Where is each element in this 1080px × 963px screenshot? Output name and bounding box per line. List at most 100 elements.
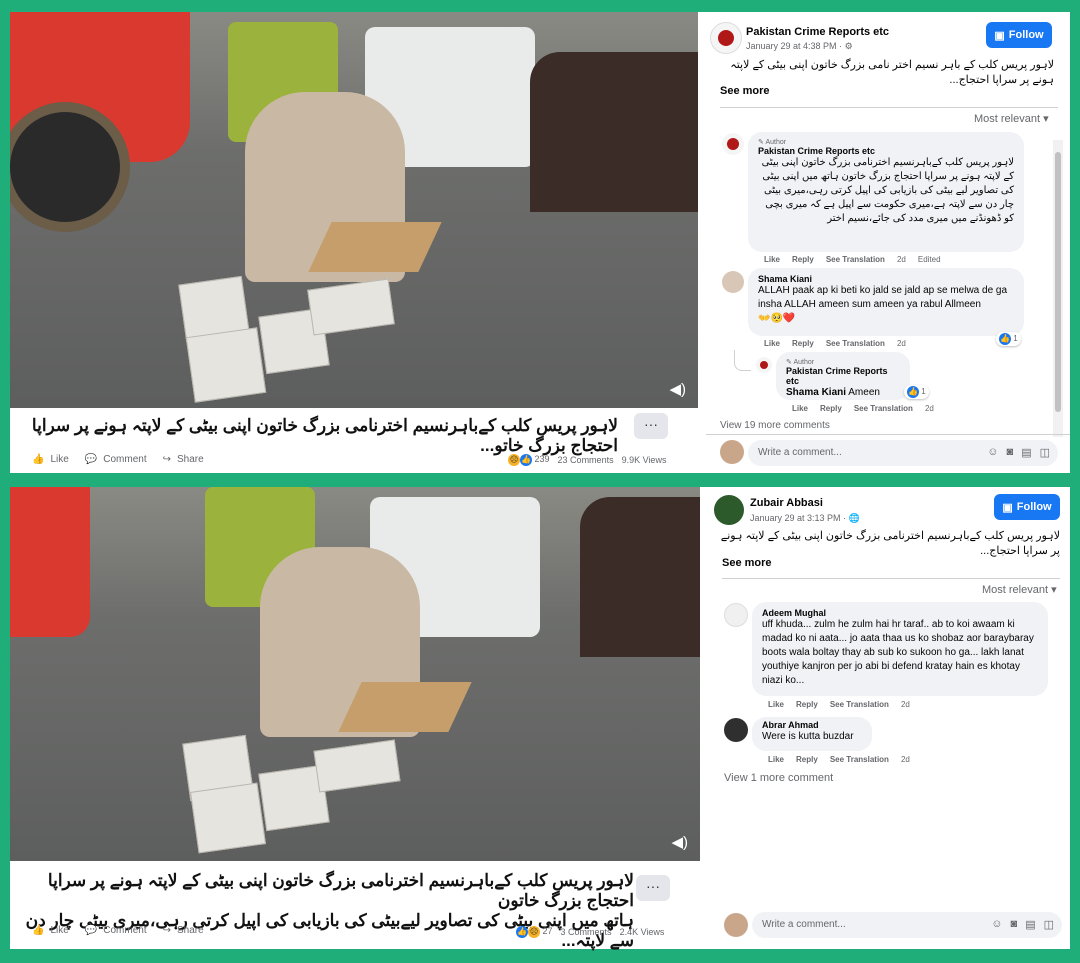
comment-reply-button[interactable]: Reply bbox=[796, 700, 818, 709]
video-mat bbox=[338, 682, 472, 732]
post-actions: 👍 Like 💬 Comment ↪ Share bbox=[32, 454, 204, 465]
comments-sidebar: Pakistan Crime Reports etc January 29 at… bbox=[706, 12, 1070, 473]
comment-reaction-count[interactable]: 👍 1 bbox=[904, 385, 929, 399]
like-icon: 👍 bbox=[32, 925, 45, 936]
comments-scrollbar[interactable] bbox=[1053, 140, 1063, 437]
follow-icon: ▣ bbox=[994, 29, 1005, 42]
see-more-link[interactable]: See more bbox=[720, 85, 770, 97]
see-translation-link[interactable]: See Translation bbox=[854, 404, 913, 413]
see-more-link[interactable]: See more bbox=[722, 557, 772, 569]
commenter-name[interactable]: Pakistan Crime Reports etc bbox=[758, 146, 1014, 156]
video-caption: لاہور پریس کلب کےباہرنسیم اخترنامی بزرگ … bbox=[31, 416, 618, 455]
volume-icon[interactable]: ◀) bbox=[671, 833, 688, 851]
comment-button[interactable]: 💬 Comment bbox=[85, 454, 147, 465]
video-player[interactable]: ◀) bbox=[10, 12, 698, 408]
camera-icon[interactable]: ◙ bbox=[1011, 918, 1018, 931]
commenter-name[interactable]: Abrar Ahmad bbox=[762, 720, 862, 730]
video-caption: لاہور پریس کلب کےباہرنسیم اخترنامی بزرگ … bbox=[24, 871, 634, 951]
see-translation-link[interactable]: See Translation bbox=[826, 255, 885, 264]
comment-button[interactable]: 💬 Comment bbox=[85, 925, 147, 936]
follow-button[interactable]: ▣ Follow bbox=[994, 494, 1060, 520]
comment-bubble: ✎ Author Pakistan Crime Reports etc لاہو… bbox=[748, 132, 1024, 252]
commenter-avatar[interactable] bbox=[722, 133, 744, 155]
page-avatar[interactable] bbox=[710, 22, 742, 54]
author-tag: ✎ Author bbox=[786, 359, 815, 366]
sticker-icon[interactable]: ◫ bbox=[1044, 918, 1054, 931]
commenter-avatar[interactable] bbox=[722, 271, 744, 293]
comment-reply-button[interactable]: Reply bbox=[792, 255, 814, 264]
page-name[interactable]: Pakistan Crime Reports etc bbox=[746, 26, 889, 38]
comment-text: Ameen bbox=[848, 387, 880, 398]
comment-like-button[interactable]: Like bbox=[768, 700, 784, 709]
share-icon: ↪ bbox=[162, 925, 172, 936]
more-options-button[interactable]: ··· bbox=[634, 413, 668, 439]
comment-like-button[interactable]: Like bbox=[764, 255, 780, 264]
post-time: January 29 at 4:38 PM · ⚙ bbox=[746, 41, 853, 51]
see-translation-link[interactable]: See Translation bbox=[830, 755, 889, 764]
share-icon: ↪ bbox=[162, 454, 172, 465]
gif-icon[interactable]: ▤ bbox=[1025, 918, 1035, 931]
comment-input[interactable]: Write a comment... ☺ ◙ ▤ ◫ bbox=[752, 912, 1062, 938]
comment-text: Were is kutta buzdar bbox=[762, 731, 854, 742]
globe-icon: 🌐 bbox=[848, 513, 860, 523]
share-button[interactable]: ↪ Share bbox=[163, 454, 204, 465]
commenter-name[interactable]: Adeem Mughal bbox=[762, 608, 1038, 618]
commenter-avatar[interactable] bbox=[756, 357, 772, 373]
video-player[interactable]: ◀) bbox=[10, 487, 700, 861]
comment-bubble: Adeem Mughal uff khuda... zulm he zulm h… bbox=[752, 602, 1048, 696]
view-more-comments[interactable]: View 1 more comment bbox=[724, 772, 833, 784]
like-button[interactable]: 👍 Like bbox=[32, 925, 69, 936]
comment-actions: Like Reply See Translation 2d bbox=[764, 339, 906, 348]
comment-reply-button[interactable]: Reply bbox=[820, 404, 842, 413]
comment-like-button[interactable]: Like bbox=[768, 755, 784, 764]
user-avatar[interactable] bbox=[720, 440, 744, 464]
comment-like-button[interactable]: Like bbox=[764, 339, 780, 348]
volume-icon[interactable]: ◀) bbox=[669, 380, 686, 398]
scrollbar-thumb[interactable] bbox=[1055, 152, 1061, 412]
like-button[interactable]: 👍 Like bbox=[32, 454, 69, 465]
chevron-down-icon: ▾ bbox=[1051, 584, 1057, 596]
views-count: 2.4K Views bbox=[619, 927, 665, 937]
emoji-icon[interactable]: ☺ bbox=[987, 446, 998, 459]
commenter-name[interactable]: Pakistan Crime Reports etc bbox=[786, 366, 900, 386]
reply-thread-line bbox=[734, 350, 751, 371]
user-avatar[interactable] bbox=[724, 913, 748, 937]
comments-count[interactable]: 23 Comments bbox=[558, 455, 614, 465]
commenter-name[interactable]: Shama Kiani bbox=[758, 274, 1014, 284]
more-options-button[interactable]: ··· bbox=[636, 875, 670, 901]
comment-like-button[interactable]: Like bbox=[792, 404, 808, 413]
comment-reply-button[interactable]: Reply bbox=[796, 755, 818, 764]
camera-icon[interactable]: ◙ bbox=[1007, 446, 1014, 459]
commenter-avatar[interactable] bbox=[724, 718, 748, 742]
mention[interactable]: Shama Kiani bbox=[786, 387, 846, 398]
page-name[interactable]: Zubair Abbasi bbox=[750, 497, 823, 509]
gif-icon[interactable]: ▤ bbox=[1021, 446, 1031, 459]
comment-text: لاہور پریس کلب کےباہرنسیم اخترنامی بزرگ … bbox=[761, 157, 1014, 224]
sort-dropdown[interactable]: Most relevant ▾ bbox=[982, 583, 1057, 596]
video-photo bbox=[313, 739, 401, 793]
see-translation-link[interactable]: See Translation bbox=[830, 700, 889, 709]
post-text: لاہور پریس کلب کے باہر نسیم اختر نامی بز… bbox=[730, 59, 1054, 86]
sort-dropdown[interactable]: Most relevant ▾ bbox=[974, 112, 1049, 125]
page-avatar[interactable] bbox=[714, 495, 744, 525]
sticker-icon[interactable]: ◫ bbox=[1040, 446, 1050, 459]
comment-text: uff khuda... zulm he zulm hai hr taraf..… bbox=[762, 619, 1034, 686]
video-mat bbox=[308, 222, 442, 272]
follow-button[interactable]: ▣ Follow bbox=[986, 22, 1052, 48]
comment-time: 2d bbox=[900, 755, 910, 764]
comments-count[interactable]: 3 Comments bbox=[561, 927, 612, 937]
sad-reaction-icon: ☹ bbox=[508, 454, 520, 466]
emoji-icon[interactable]: ☺ bbox=[991, 918, 1002, 931]
comment-actions: Like Reply See Translation 2d Edited bbox=[764, 255, 941, 264]
comment-input[interactable]: Write a comment... ☺ ◙ ▤ ◫ bbox=[748, 440, 1058, 466]
comment-time: 2d bbox=[896, 255, 906, 264]
view-more-comments[interactable]: View 19 more comments bbox=[720, 420, 830, 428]
comment-reply-button[interactable]: Reply bbox=[792, 339, 814, 348]
commenter-avatar[interactable] bbox=[724, 603, 748, 627]
comment-reaction-count[interactable]: 👍 1 bbox=[996, 332, 1021, 346]
post-stats: 👍 ☹ 27 3 Comments 2.4K Views bbox=[516, 926, 665, 938]
see-translation-link[interactable]: See Translation bbox=[826, 339, 885, 348]
share-button[interactable]: ↪ Share bbox=[163, 925, 204, 936]
comment-time: 2d bbox=[900, 700, 910, 709]
comment-icon: 💬 bbox=[84, 925, 98, 936]
